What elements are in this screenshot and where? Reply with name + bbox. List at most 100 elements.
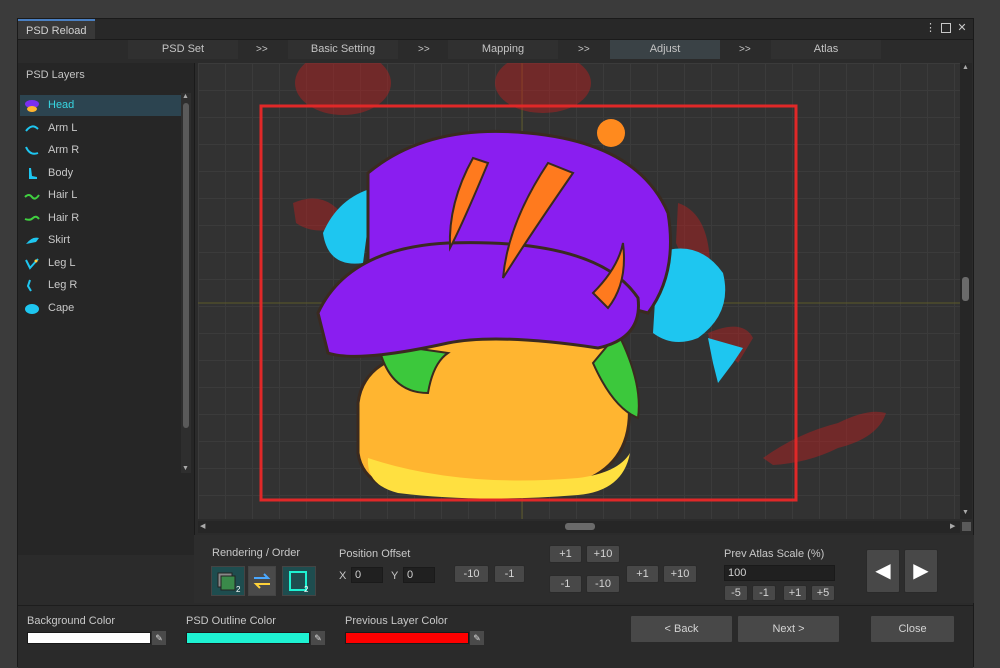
step-separator: >>	[256, 44, 268, 55]
atlas-scale-input[interactable]	[724, 565, 835, 581]
skirt-icon	[26, 237, 39, 244]
scroll-down-icon[interactable]: ▼	[962, 509, 969, 516]
canvas-vertical-scrollbar[interactable]: ▲ ▼	[960, 63, 972, 519]
head-icon	[25, 100, 39, 112]
more-options-icon[interactable]: ⋮	[925, 21, 936, 35]
window-controls: ⋮ ✕	[925, 21, 967, 35]
step-psd-set[interactable]: PSD Set	[128, 40, 238, 59]
back-button[interactable]: < Back	[630, 615, 733, 643]
background-color-swatch[interactable]	[27, 632, 151, 644]
layers-scrollbar[interactable]	[181, 93, 191, 473]
x-offset-input[interactable]	[351, 567, 383, 583]
render-mode-button[interactable]: 2	[211, 566, 245, 596]
prev-layer-color-label: Previous Layer Color	[345, 615, 448, 627]
scroll-left-icon[interactable]: ◀	[200, 522, 205, 530]
step-mapping[interactable]: Mapping	[448, 40, 558, 59]
adjust-controls: Rendering / Order 2 2 Position Offset X …	[194, 535, 974, 603]
y-plus-10-button[interactable]: +10	[586, 545, 620, 563]
scroll-down-icon[interactable]: ▼	[182, 465, 189, 472]
layer-item-leg-r[interactable]: Leg R	[20, 275, 182, 296]
layer-label: Hair R	[48, 212, 80, 224]
layer-label: Head	[48, 99, 75, 111]
step-separator: >>	[739, 44, 751, 55]
swap-arrows-icon	[253, 573, 271, 589]
y-plus-1-button[interactable]: +1	[549, 545, 582, 563]
layer-label: Arm R	[48, 144, 80, 156]
layer-item-skirt[interactable]: Skirt	[20, 230, 182, 251]
layer-item-arm-r[interactable]: Arm R	[20, 140, 182, 161]
y-minus-10-button[interactable]: -10	[586, 575, 620, 593]
close-button[interactable]: Close	[870, 615, 955, 643]
leg-l-icon	[25, 258, 39, 270]
step-basic-setting[interactable]: Basic Setting	[288, 40, 398, 59]
eyedropper-icon[interactable]: ✎	[311, 631, 325, 645]
arm-r-icon	[25, 146, 39, 155]
prev-layer-color-swatch[interactable]	[345, 632, 469, 644]
layer-item-arm-l[interactable]: Arm L	[20, 118, 182, 139]
scrollbar-corner	[962, 522, 971, 531]
outline-frame-icon: 2	[289, 571, 309, 594]
eyedropper-icon[interactable]: ✎	[152, 631, 166, 645]
layer-item-body[interactable]: Body	[20, 163, 182, 184]
outline-mode-button[interactable]: 2	[282, 566, 316, 596]
x-minus-1-button[interactable]: -1	[494, 565, 525, 583]
wizard-steps: PSD Set >> Basic Setting >> Mapping >> A…	[128, 40, 881, 59]
layer-stack-icon: 2	[217, 572, 241, 594]
next-button[interactable]: Next >	[737, 615, 840, 643]
x-plus-10-button[interactable]: +10	[663, 565, 697, 583]
layer-label: Hair L	[48, 189, 78, 201]
scroll-right-icon[interactable]: ▶	[950, 522, 955, 530]
body-icon	[29, 168, 37, 179]
step-separator: >>	[578, 44, 590, 55]
y-offset-input[interactable]	[403, 567, 435, 583]
vertical-scroll-thumb[interactable]	[962, 277, 969, 301]
maximize-icon[interactable]	[941, 23, 951, 33]
svg-text:2: 2	[236, 585, 241, 594]
next-layer-button[interactable]: ▶	[904, 549, 938, 593]
step-atlas[interactable]: Atlas	[771, 40, 881, 59]
psd-reload-window: PSD Reload ⋮ ✕ PSD Set >> Basic Setting …	[17, 18, 974, 668]
x-minus-10-button[interactable]: -10	[454, 565, 489, 583]
scroll-up-icon[interactable]: ▲	[962, 64, 969, 71]
psd-layers-panel: PSD Layers Head Arm L Arm R Body Hair L …	[18, 63, 195, 555]
prev-layer-button[interactable]: ◀	[866, 549, 900, 593]
layer-item-leg-l[interactable]: Leg L	[20, 253, 182, 274]
scale-plus-1-button[interactable]: +1	[783, 585, 807, 601]
x-label: X	[339, 570, 347, 582]
layer-label: Skirt	[48, 234, 70, 246]
swap-order-button[interactable]	[248, 566, 276, 596]
window-tab[interactable]: PSD Reload	[18, 19, 95, 39]
horizontal-scroll-thumb[interactable]	[565, 523, 595, 530]
layer-label: Leg R	[48, 279, 78, 291]
step-adjust[interactable]: Adjust	[610, 40, 720, 59]
scale-minus-1-button[interactable]: -1	[752, 585, 776, 601]
y-minus-1-button[interactable]: -1	[549, 575, 582, 593]
outline-color-label: PSD Outline Color	[186, 615, 276, 627]
scroll-up-icon[interactable]: ▲	[182, 93, 189, 100]
background-color-label: Background Color	[27, 615, 116, 627]
svg-text:2: 2	[304, 585, 309, 594]
eyedropper-icon[interactable]: ✎	[470, 631, 484, 645]
layer-label: Leg L	[48, 257, 76, 269]
layer-item-head[interactable]: Head	[20, 95, 182, 116]
hair-r-icon	[24, 215, 40, 221]
scale-plus-5-button[interactable]: +5	[811, 585, 835, 601]
panel-title: PSD Layers	[26, 69, 85, 81]
x-plus-1-button[interactable]: +1	[626, 565, 659, 583]
layer-item-cape[interactable]: Cape	[20, 298, 182, 319]
atlas-scale-label: Prev Atlas Scale (%)	[724, 548, 825, 560]
scale-minus-5-button[interactable]: -5	[724, 585, 748, 601]
arm-l-icon	[25, 125, 39, 132]
character-preview	[198, 63, 960, 519]
preview-canvas[interactable]	[198, 63, 960, 519]
layer-item-hair-r[interactable]: Hair R	[20, 208, 182, 229]
canvas-horizontal-scrollbar[interactable]: ◀ ▶	[198, 521, 960, 533]
layer-label: Body	[48, 167, 74, 179]
layers-scroll-thumb[interactable]	[183, 103, 189, 428]
footer-bar: Background Color ✎ PSD Outline Color ✎ P…	[18, 605, 973, 668]
outline-color-swatch[interactable]	[186, 632, 310, 644]
close-icon[interactable]: ✕	[957, 21, 967, 35]
y-label: Y	[391, 570, 399, 582]
layer-item-hair-l[interactable]: Hair L	[20, 185, 182, 206]
leg-r-icon	[26, 279, 32, 292]
